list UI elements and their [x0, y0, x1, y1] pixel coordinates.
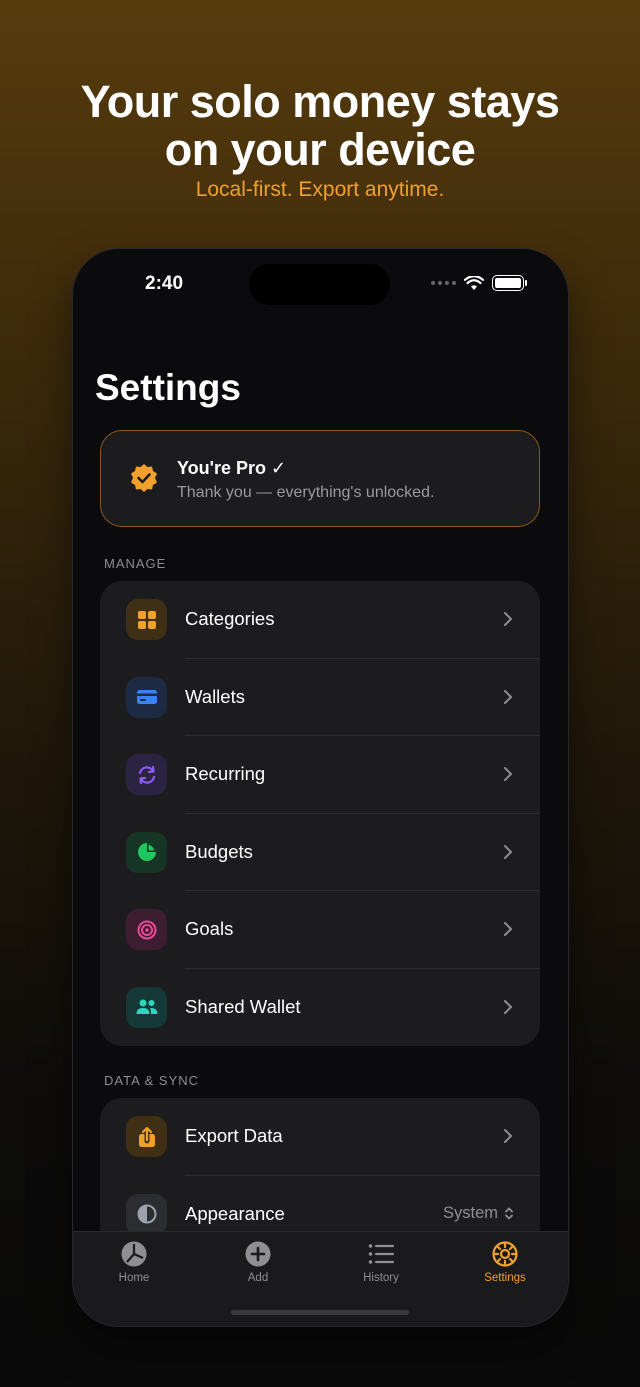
settings-row-shared-wallet[interactable]: Shared Wallet	[100, 969, 540, 1046]
battery-icon	[492, 275, 527, 291]
verified-badge-icon	[131, 464, 157, 492]
settings-row-label: Recurring	[185, 763, 266, 785]
signal-icon	[431, 281, 456, 285]
dynamic-island	[249, 264, 390, 305]
chevron-right-icon	[504, 844, 512, 859]
settings-row-wallets[interactable]: Wallets	[100, 659, 540, 737]
list-icon	[368, 1244, 395, 1264]
chevron-right-icon	[504, 922, 512, 937]
people-icon	[126, 986, 167, 1028]
chevron-right-icon	[504, 689, 512, 704]
settings-row-label: Appearance	[185, 1202, 285, 1224]
chevron-right-icon	[504, 999, 512, 1014]
promo-headline-line2: on your device	[164, 124, 476, 175]
promo-headline-line1: Your solo money stays	[80, 76, 560, 127]
plus-circle-icon	[245, 1241, 271, 1267]
tab-label: Home	[118, 1272, 150, 1284]
settings-row-categories[interactable]: Categories	[100, 581, 540, 659]
tab-home[interactable]: Home	[89, 1240, 179, 1284]
pro-subtitle: Thank you — everything's unlocked.	[177, 484, 435, 501]
promo-subhead: Local-first. Export anytime.	[195, 178, 445, 201]
settings-row-label: Export Data	[185, 1125, 283, 1146]
chevron-up-down-icon	[505, 1207, 513, 1219]
settings-row-label: Budgets	[185, 840, 253, 862]
wifi-icon	[464, 275, 484, 290]
tab-label: Add	[247, 1272, 269, 1284]
pie-chart-icon	[126, 831, 167, 873]
share-icon	[126, 1116, 167, 1157]
chevron-right-icon	[504, 1129, 512, 1143]
appearance-picker[interactable]: System	[443, 1204, 514, 1223]
grid-icon	[126, 599, 167, 640]
settings-row-goals[interactable]: Goals	[100, 891, 540, 969]
tab-history[interactable]: History	[336, 1240, 426, 1284]
page-title: Settings	[95, 367, 241, 408]
settings-row-export-data[interactable]: Export Data	[100, 1098, 540, 1176]
section-label-data-sync: DATA & SYNC	[104, 1073, 200, 1088]
tab-settings[interactable]: Settings	[460, 1240, 550, 1284]
settings-row-label: Wallets	[185, 685, 245, 707]
target-icon	[126, 909, 167, 951]
settings-row-budgets[interactable]: Budgets	[100, 814, 540, 892]
card-icon	[126, 676, 167, 718]
pie-icon	[121, 1241, 147, 1267]
status-icons	[431, 275, 527, 291]
home-indicator	[231, 1310, 409, 1315]
settings-row-label: Shared Wallet	[185, 995, 301, 1017]
repeat-icon	[126, 754, 167, 796]
chevron-right-icon	[504, 612, 512, 626]
gear-icon	[492, 1241, 518, 1267]
pro-status-card[interactable]: You're Pro ✓ Thank you — everything's un…	[100, 430, 540, 527]
settings-row-label: Goals	[185, 918, 234, 940]
manage-group: Categories Wallets Recurring Budgets Goa…	[100, 581, 540, 1046]
tab-label: History	[363, 1272, 399, 1284]
chevron-right-icon	[504, 767, 512, 782]
promo-headline: Your solo money stays on your device	[0, 78, 640, 174]
section-label-manage: MANAGE	[104, 556, 167, 571]
phone-frame: 2:40 Settings You're Pro ✓ Thank you — e…	[73, 249, 568, 1326]
appearance-value: System	[442, 1203, 498, 1222]
tab-add[interactable]: Add	[213, 1240, 303, 1284]
tab-label: Settings	[484, 1272, 526, 1284]
contrast-icon	[126, 1193, 167, 1235]
settings-row-recurring[interactable]: Recurring	[100, 736, 540, 814]
pro-title: You're Pro ✓	[177, 458, 287, 478]
settings-row-label: Categories	[185, 608, 275, 629]
status-time: 2:40	[145, 273, 184, 294]
